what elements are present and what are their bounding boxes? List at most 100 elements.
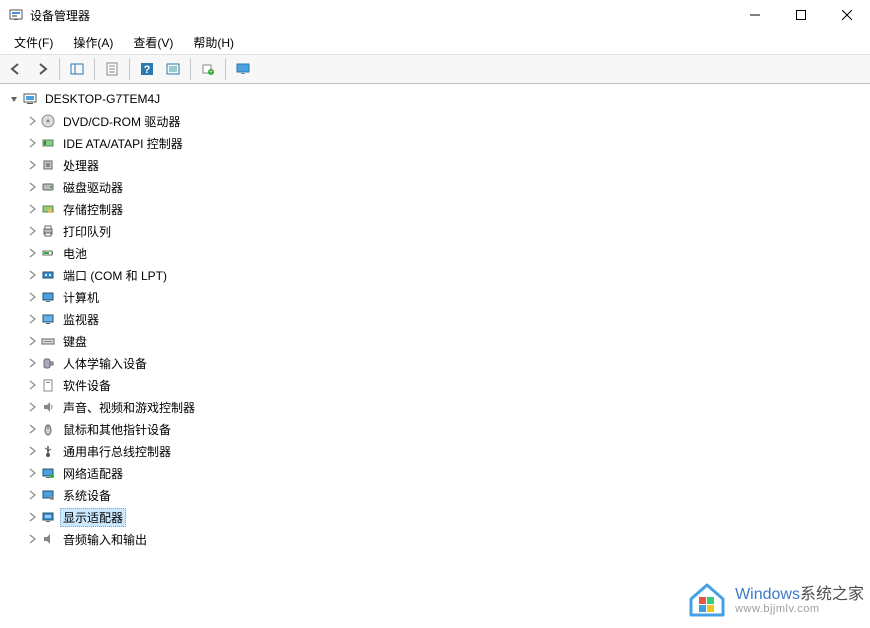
toolbar-forward-button[interactable] <box>30 57 54 81</box>
chevron-right-icon[interactable] <box>24 245 40 261</box>
tree-item[interactable]: 电池 <box>0 242 870 264</box>
network-icon <box>40 465 56 481</box>
chevron-right-icon[interactable] <box>24 333 40 349</box>
usb-icon <box>40 443 56 459</box>
toolbar-properties-button[interactable] <box>100 57 124 81</box>
chevron-right-icon[interactable] <box>24 355 40 371</box>
tree-item[interactable]: 存储控制器 <box>0 198 870 220</box>
chevron-right-icon[interactable] <box>24 201 40 217</box>
watermark-brand-en: Windows <box>735 586 800 603</box>
hid-icon <box>40 355 56 371</box>
sound-icon <box>40 399 56 415</box>
chevron-right-icon[interactable] <box>24 377 40 393</box>
watermark-brand-cn: 系统之家 <box>800 586 864 603</box>
chevron-right-icon[interactable] <box>24 157 40 173</box>
disc-icon <box>40 113 56 129</box>
tree-item[interactable]: 处理器 <box>0 154 870 176</box>
toolbar-pane-button[interactable] <box>65 57 89 81</box>
tree-item[interactable]: 计算机 <box>0 286 870 308</box>
chevron-down-icon[interactable] <box>6 91 22 107</box>
mouse-icon <box>40 421 56 437</box>
tree-root[interactable]: DESKTOP-G7TEM4J <box>0 88 870 110</box>
tree-item[interactable]: DVD/CD-ROM 驱动器 <box>0 110 870 132</box>
chevron-right-icon[interactable] <box>24 531 40 547</box>
tree-item[interactable]: 打印队列 <box>0 220 870 242</box>
device-tree[interactable]: DESKTOP-G7TEM4J DVD/CD-ROM 驱动器IDE ATA/AT… <box>0 84 870 628</box>
menubar: 文件(F) 操作(A) 查看(V) 帮助(H) <box>0 30 870 54</box>
tree-item[interactable]: 人体学输入设备 <box>0 352 870 374</box>
chevron-right-icon[interactable] <box>24 223 40 239</box>
display-icon <box>40 509 56 525</box>
tree-item[interactable]: 系统设备 <box>0 484 870 506</box>
tree-item-label: 通用串行总线控制器 <box>60 442 174 461</box>
tree-item-label: 网络适配器 <box>60 464 126 483</box>
chevron-right-icon[interactable] <box>24 399 40 415</box>
tree-item-label: 鼠标和其他指针设备 <box>60 420 174 439</box>
toolbar-back-button[interactable] <box>4 57 28 81</box>
tree-item-label: 声音、视频和游戏控制器 <box>60 398 198 417</box>
menu-file[interactable]: 文件(F) <box>6 32 61 53</box>
chevron-right-icon[interactable] <box>24 135 40 151</box>
toolbar-separator <box>94 58 95 80</box>
chevron-right-icon[interactable] <box>24 113 40 129</box>
audio-icon <box>40 531 56 547</box>
watermark: Windows系统之家 www.bjjmlv.com <box>687 579 864 622</box>
window-title: 设备管理器 <box>30 7 732 24</box>
tree-item[interactable]: 磁盘驱动器 <box>0 176 870 198</box>
toolbar-separator <box>59 58 60 80</box>
chevron-right-icon[interactable] <box>24 289 40 305</box>
tree-item[interactable]: 声音、视频和游戏控制器 <box>0 396 870 418</box>
menu-action[interactable]: 操作(A) <box>65 32 121 53</box>
tree-item[interactable]: 音频输入和输出 <box>0 528 870 550</box>
tree-item[interactable]: 通用串行总线控制器 <box>0 440 870 462</box>
tree-item[interactable]: 网络适配器 <box>0 462 870 484</box>
chevron-right-icon[interactable] <box>24 509 40 525</box>
chevron-right-icon[interactable] <box>24 421 40 437</box>
tree-item[interactable]: 软件设备 <box>0 374 870 396</box>
tree-item-label: 软件设备 <box>60 376 114 395</box>
tree-item-label: 处理器 <box>60 156 102 175</box>
tree-item[interactable]: 端口 (COM 和 LPT) <box>0 264 870 286</box>
tree-item[interactable]: 显示适配器 <box>0 506 870 528</box>
port-icon <box>40 267 56 283</box>
toolbar: ? + <box>0 54 870 84</box>
tree-item[interactable]: 键盘 <box>0 330 870 352</box>
chevron-right-icon[interactable] <box>24 179 40 195</box>
tree-item-label: DVD/CD-ROM 驱动器 <box>60 112 183 131</box>
tree-root-label: DESKTOP-G7TEM4J <box>42 91 163 107</box>
minimize-button[interactable] <box>732 0 778 30</box>
system-icon <box>40 487 56 503</box>
chevron-right-icon[interactable] <box>24 465 40 481</box>
toolbar-help-button[interactable]: ? <box>135 57 159 81</box>
chevron-right-icon[interactable] <box>24 487 40 503</box>
printer-icon <box>40 223 56 239</box>
svg-text:?: ? <box>144 64 151 76</box>
tree-item-label: 电池 <box>60 244 90 263</box>
tree-item-label: 计算机 <box>60 288 102 307</box>
tree-item[interactable]: IDE ATA/ATAPI 控制器 <box>0 132 870 154</box>
maximize-button[interactable] <box>778 0 824 30</box>
chevron-right-icon[interactable] <box>24 443 40 459</box>
window-controls <box>732 0 870 30</box>
app-icon <box>8 7 24 23</box>
software-icon <box>40 377 56 393</box>
chevron-right-icon[interactable] <box>24 311 40 327</box>
tree-item-label: 系统设备 <box>60 486 114 505</box>
toolbar-monitor-button[interactable] <box>231 57 255 81</box>
monitor-icon <box>40 311 56 327</box>
close-button[interactable] <box>824 0 870 30</box>
menu-view[interactable]: 查看(V) <box>125 32 181 53</box>
tree-item-label: 显示适配器 <box>60 508 126 527</box>
svg-text:+: + <box>209 70 213 76</box>
toolbar-scan-button[interactable]: + <box>196 57 220 81</box>
keyboard-icon <box>40 333 56 349</box>
toolbar-refresh-button[interactable] <box>161 57 185 81</box>
chevron-right-icon[interactable] <box>24 267 40 283</box>
tree-item-label: 音频输入和输出 <box>60 530 150 549</box>
menu-help[interactable]: 帮助(H) <box>185 32 242 53</box>
titlebar: 设备管理器 <box>0 0 870 30</box>
tree-item[interactable]: 监视器 <box>0 308 870 330</box>
battery-icon <box>40 245 56 261</box>
tree-item[interactable]: 鼠标和其他指针设备 <box>0 418 870 440</box>
watermark-logo-icon <box>687 579 727 622</box>
